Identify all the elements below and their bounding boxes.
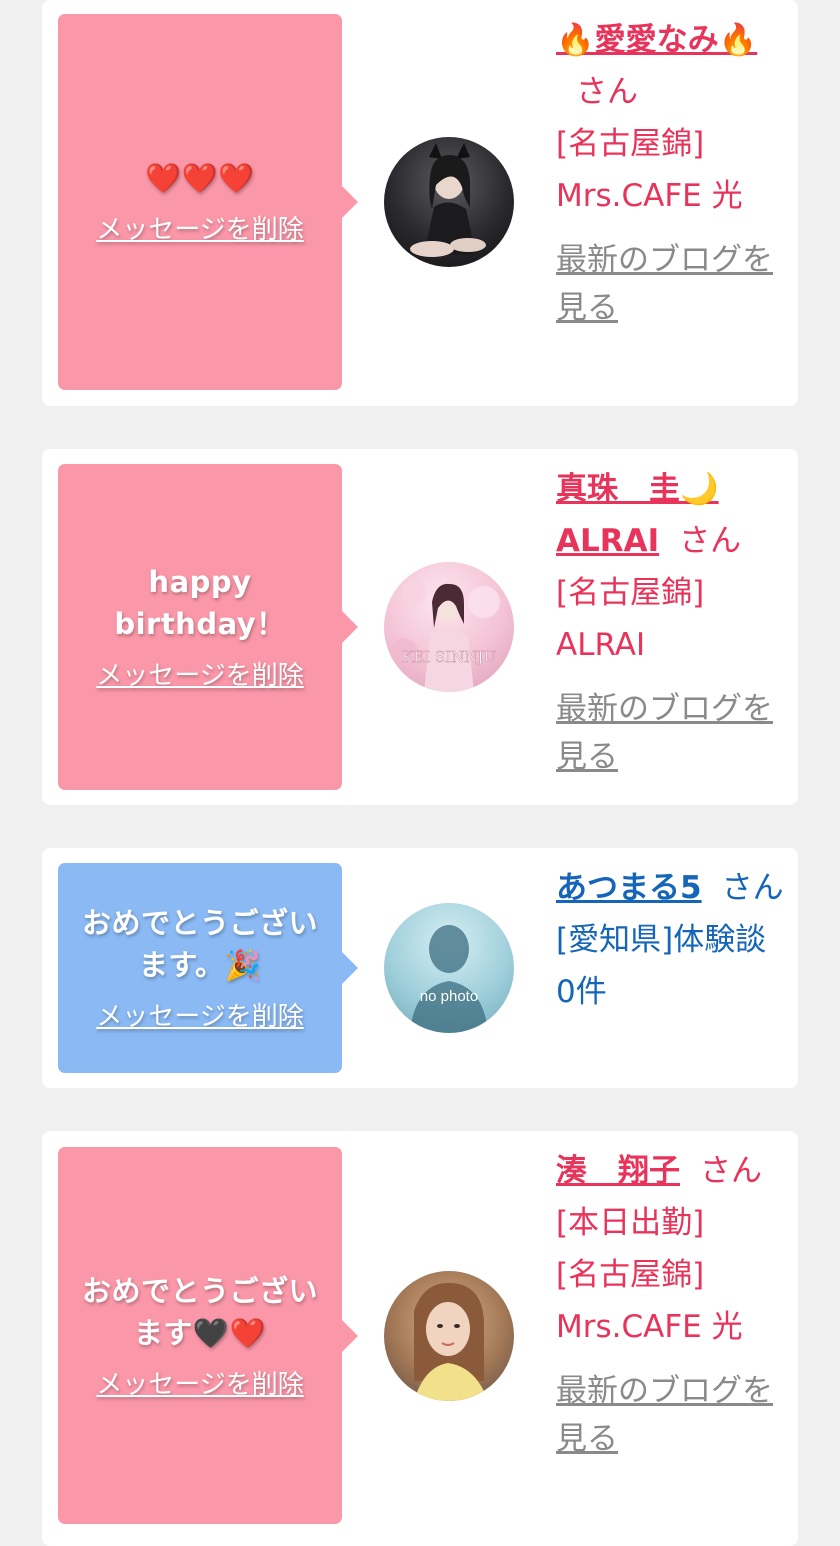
message-text: ❤️❤️❤️: [145, 161, 255, 195]
honorific: さん: [679, 523, 742, 559]
message-text: おめでとうございます🖤❤️: [81, 1273, 318, 1350]
sender-info: 🔥愛愛なみ🔥 さん [名古屋錦] Mrs.CAFE 光 最新のブログを見る: [556, 14, 784, 332]
attendance-status: [本日出勤]: [556, 1205, 705, 1241]
delete-message-link[interactable]: メッセージを削除: [96, 1368, 303, 1402]
avatar-caption: KEI SINNJU: [402, 648, 496, 666]
sender-info: 湊 翔子 さん [本日出勤] [名古屋錦] Mrs.CAFE 光 最新のブログを見る: [556, 1145, 784, 1463]
no-photo-label: no photo: [420, 988, 478, 1005]
avatar[interactable]: [384, 1271, 514, 1401]
honorific: さん: [721, 870, 784, 906]
latest-blog-link[interactable]: 最新のブログを見る: [556, 1367, 784, 1463]
selfie-photo-icon: [414, 1282, 488, 1401]
shop-name: [名古屋錦] Mrs.CAFE 光: [556, 126, 743, 214]
message-text: happy birthday！: [114, 565, 286, 641]
message-card: おめでとうございます。🎉 メッセージを削除 no photo あつまる5 さん […: [42, 848, 798, 1088]
sender-name-link[interactable]: あつまる5: [556, 870, 702, 906]
message-bubble: ❤️❤️❤️ メッセージを削除: [58, 14, 358, 390]
cat-girl-photo-icon: [410, 143, 486, 257]
latest-blog-link[interactable]: 最新のブログを見る: [556, 685, 784, 781]
delete-message-link[interactable]: メッセージを削除: [96, 1000, 303, 1034]
honorific: さん: [700, 1153, 762, 1189]
message-text: おめでとうございます。🎉: [81, 906, 318, 982]
shop-name: [名古屋錦] Mrs.CAFE 光: [556, 1257, 743, 1345]
sender-name-link[interactable]: 🔥愛愛なみ🔥: [556, 22, 757, 58]
message-card: おめでとうございます🖤❤️ メッセージを削除 湊 翔子 さん [本日出勤] [名古屋…: [42, 1131, 798, 1546]
sender-info: あつまる5 さん [愛知県]体験談 0件: [556, 862, 784, 1018]
message-bubble: おめでとうございます🖤❤️ メッセージを削除: [58, 1147, 358, 1524]
person-silhouette-icon: no photo: [410, 925, 488, 1033]
portrait-photo-icon: KEI SINNJU: [390, 580, 500, 692]
avatar[interactable]: no photo: [384, 903, 514, 1033]
shop-name: [名古屋錦] ALRAI: [556, 575, 705, 663]
message-card: happy birthday！ メッセージを削除 KEI SINNJU 真珠 圭…: [42, 449, 798, 805]
message-bubble: おめでとうございます。🎉 メッセージを削除: [58, 863, 358, 1073]
honorific: さん: [576, 74, 638, 110]
shop-name: [愛知県]体験談 0件: [556, 922, 767, 1010]
sender-name-link[interactable]: 湊 翔子: [556, 1153, 680, 1189]
delete-message-link[interactable]: メッセージを削除: [96, 213, 303, 247]
avatar[interactable]: [384, 137, 514, 267]
sender-info: 真珠 圭🌙ALRAI さん [名古屋錦] ALRAI 最新のブログを見る: [556, 463, 784, 781]
avatar[interactable]: KEI SINNJU: [384, 562, 514, 692]
delete-message-link[interactable]: メッセージを削除: [96, 659, 303, 693]
message-card: ❤️❤️❤️ メッセージを削除 🔥愛愛なみ🔥 さん [名古屋錦] Mrs.CAFE…: [42, 0, 798, 406]
message-bubble: happy birthday！ メッセージを削除: [58, 464, 358, 790]
latest-blog-link[interactable]: 最新のブログを見る: [556, 236, 784, 332]
